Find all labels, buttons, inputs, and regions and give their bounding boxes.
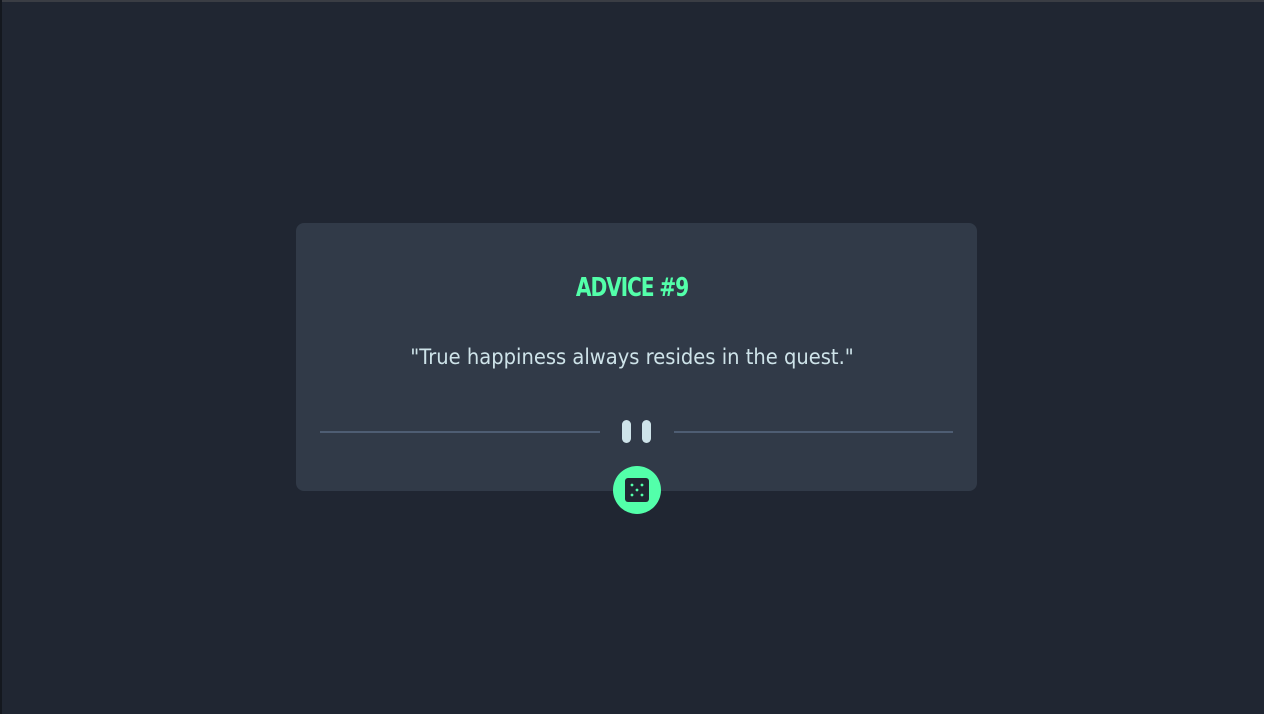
- divider-line-left: [320, 431, 600, 433]
- advice-title: ADVICE #9: [575, 273, 689, 303]
- dice-icon: [625, 478, 649, 502]
- window-left-border: [0, 0, 2, 714]
- pause-icon-bar-left: [622, 420, 631, 443]
- window-top-border: [0, 0, 1264, 2]
- divider-line-right: [674, 431, 953, 433]
- generate-advice-button[interactable]: [613, 466, 661, 514]
- pause-icon-bar-right: [642, 420, 651, 443]
- advice-quote: "True happiness always resides in the qu…: [410, 345, 854, 369]
